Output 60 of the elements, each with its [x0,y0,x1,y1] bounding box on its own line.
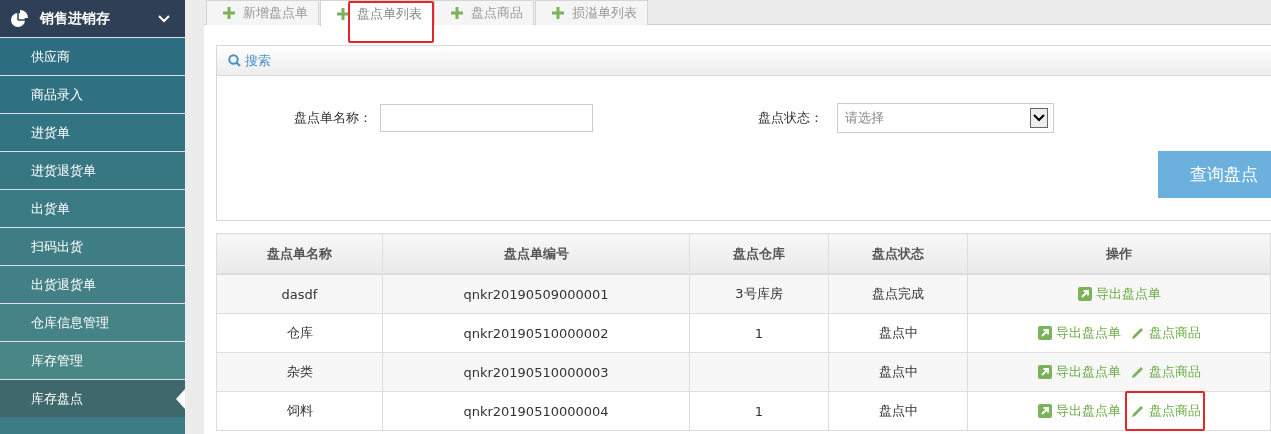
search-icon [228,54,241,67]
table-cell: 1 [689,391,829,431]
menu-group-header[interactable]: 销售进销存 [0,0,185,37]
arrow-square-icon [1037,364,1052,379]
chevron-down-icon [157,13,171,24]
action-link[interactable]: 导出盘点单 [1077,284,1161,303]
menu-item[interactable]: 库存管理 [0,341,185,379]
table-cell: 仓库 [216,313,383,353]
tab[interactable]: 盘点单列表 [320,0,433,26]
table-cell: 杂类 [216,352,383,392]
tab[interactable]: 损溢单列表 [535,0,648,25]
menu-item[interactable]: 仓库信息管理 [0,303,185,341]
table-cell: 盘点中 [828,391,968,431]
action-link[interactable]: 盘点商品 [1130,323,1201,342]
pencil-icon [1130,403,1145,418]
plus-icon [451,7,463,19]
table-cell: qnkr20190510000002 [382,313,690,353]
table-cell: 1 [689,313,829,353]
plus-icon [552,7,564,19]
action-link[interactable]: 导出盘点单 [1037,362,1121,381]
menu-item[interactable]: 库存盘点 [0,379,185,417]
arrow-square-icon [1037,403,1052,418]
table-cell: 盘点中 [828,352,968,392]
table-cell: dasdf [216,274,383,314]
table-cell: 饲料 [216,391,383,431]
field-label: 盘点状态： [758,109,823,127]
arrow-square-icon [1077,286,1092,301]
tab[interactable]: 盘点商品 [434,0,534,25]
arrow-square-icon [1037,325,1052,340]
table-cell: 盘点中 [828,313,968,353]
action-link[interactable]: 盘点商品 [1130,401,1201,420]
pie-chart-icon [10,9,28,28]
plus-icon [223,7,235,19]
pencil-icon [1130,364,1145,379]
column-header: 盘点单编号 [382,233,690,274]
table-cell: qnkr20190510000003 [382,352,690,392]
pencil-icon [1130,325,1145,340]
menu-item[interactable]: 供应商 [0,37,185,75]
action-link[interactable]: 导出盘点单 [1037,323,1121,342]
action-link[interactable]: 导出盘点单 [1037,401,1121,420]
status-dropdown[interactable]: 请选择 [837,103,1054,133]
menu-item[interactable]: 进货退货单 [0,151,185,189]
table-cell: 3号库房 [689,274,829,314]
table-cell: qnkr20190509000001 [382,274,690,314]
plus-icon [337,7,349,20]
tab[interactable]: 新增盘点单 [206,0,319,25]
input-field[interactable] [380,104,593,132]
table-cell: qnkr20190510000004 [382,391,690,431]
menu-item[interactable]: 进货单 [0,113,185,151]
table-cell: 盘点完成 [828,274,968,314]
column-header: 盘点单名称 [216,233,383,274]
action-link[interactable]: 盘点商品 [1130,362,1201,381]
column-header: 盘点状态 [828,233,968,274]
query-button[interactable]: 查询盘点 [1158,151,1271,198]
column-header: 操作 [967,233,1271,274]
menu-item[interactable]: 出货退货单 [0,265,185,303]
field-label: 盘点单名称： [294,109,372,127]
menu-item[interactable]: 商品录入 [0,75,185,113]
column-header: 盘点仓库 [689,233,829,274]
panel-title: 搜索 [245,51,271,70]
